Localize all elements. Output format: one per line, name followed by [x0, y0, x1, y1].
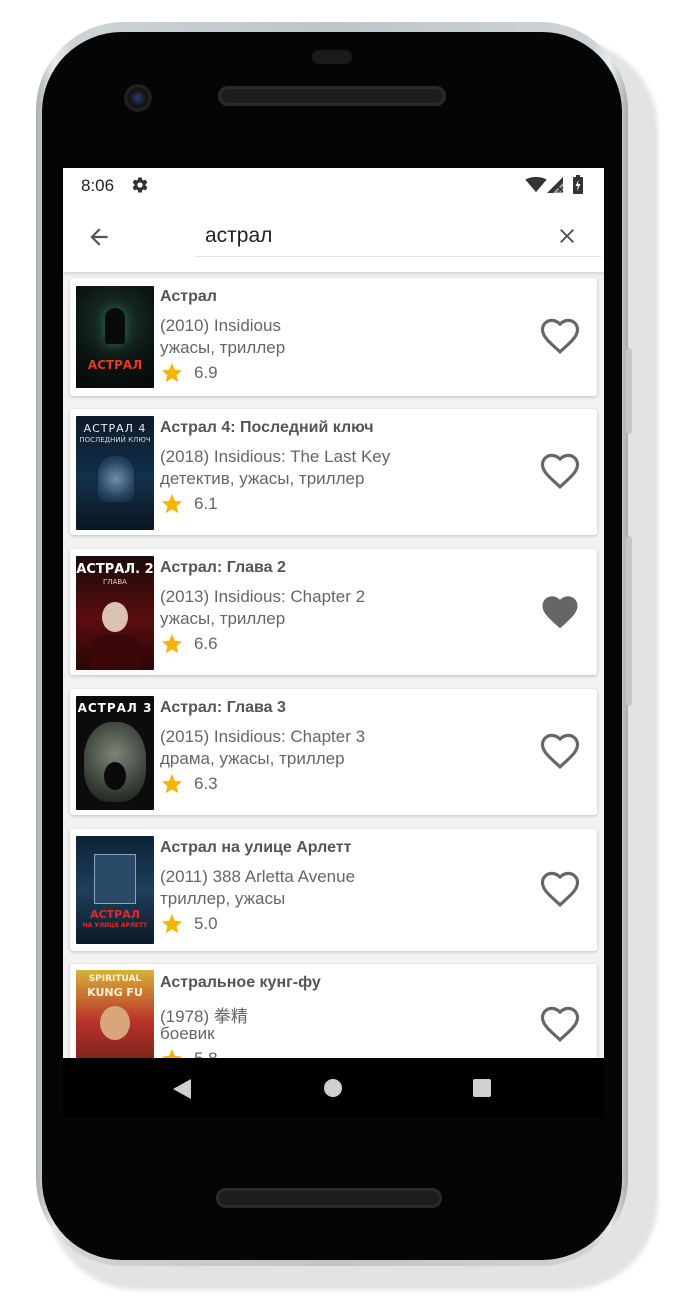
poster-title: АСТРАЛ. 2 [76, 562, 154, 577]
rating-value: 6.3 [194, 774, 218, 793]
favorite-heart-filled-icon[interactable] [539, 591, 581, 633]
movie-year-original: (2015) Insidious: Chapter 3 [160, 727, 366, 746]
poster-subtitle: НА УЛИЦЕ АРЛЕТТ [82, 922, 148, 929]
movie-title: Астрал на улице Арлетт [160, 839, 352, 856]
poster-title: SPIRITUAL [88, 974, 142, 984]
movie-genres: драма, ужасы, триллер [160, 749, 345, 768]
screen: 8:06 АСТРАЛ [63, 168, 604, 1058]
rating-value: 5.0 [194, 914, 218, 933]
movie-year-original: (2013) Insidious: Chapter 2 [160, 587, 366, 606]
status-time: 8:06 [81, 176, 115, 195]
poster-title: АСТРАЛ 3 [77, 701, 153, 715]
favorite-heart-outline-icon[interactable] [539, 869, 581, 911]
cell-signal-icon [547, 177, 564, 193]
settings-gear-icon [132, 177, 148, 193]
movie-genres: ужасы, триллер [160, 338, 286, 357]
movie-card[interactable]: АСТРАЛ НА УЛИЦЕ АРЛЕТТ Астрал на улице А… [70, 829, 597, 951]
movie-rating: 5.0 [160, 912, 218, 936]
movie-poster: АСТРАЛ 3 [76, 696, 154, 810]
star-icon [162, 914, 182, 934]
movie-genres: детектив, ужасы, триллер [160, 469, 365, 488]
movie-rating: 6.9 [160, 361, 218, 385]
star-icon [162, 774, 182, 794]
poster-hand [98, 456, 134, 502]
star-icon [162, 363, 182, 383]
movie-year-original: (2011) 388 Arletta Avenue [160, 867, 356, 886]
movie-card[interactable]: АСТРАЛ 4 ПОСЛЕДНИЙ КЛЮЧ Астрал 4: Послед… [70, 409, 597, 535]
search-input[interactable] [195, 216, 601, 257]
movie-poster: АСТРАЛ. 2 ГЛАВА [76, 556, 154, 670]
favorite-heart-outline-icon[interactable] [539, 316, 581, 358]
front-camera [124, 84, 152, 112]
rating-value: 6.9 [194, 363, 218, 382]
movie-rating: 6.1 [160, 492, 218, 516]
poster-face [102, 602, 128, 632]
nav-home-circle-icon[interactable] [323, 1078, 343, 1098]
poster-subtitle: KUNG FU [87, 986, 143, 999]
movie-rating: 6.6 [160, 632, 218, 656]
volume-button [626, 348, 632, 434]
clear-search-close-icon[interactable] [555, 224, 579, 248]
earpiece [312, 50, 352, 64]
poster-title: АСТРАЛ [90, 908, 140, 921]
nav-recents-square-icon[interactable] [472, 1078, 492, 1098]
star-icon [162, 634, 182, 654]
poster-body [90, 634, 140, 670]
status-bar: 8:06 [63, 168, 604, 202]
favorite-heart-outline-icon[interactable] [539, 451, 581, 493]
poster-subtitle: ПОСЛЕДНИЙ КЛЮЧ [79, 436, 151, 444]
movie-poster: АСТРАЛ НА УЛИЦЕ АРЛЕТТ [76, 836, 154, 944]
wifi-icon [525, 177, 547, 193]
movie-genres: боевик [160, 1024, 215, 1043]
navigation-bar [63, 1058, 604, 1118]
top-speaker [218, 86, 446, 106]
movie-rating: 5.8 [160, 1047, 218, 1058]
favorite-heart-outline-icon[interactable] [539, 1004, 581, 1046]
poster-window [94, 854, 136, 904]
poster-mouth [104, 762, 126, 790]
back-arrow-icon[interactable] [86, 224, 112, 250]
movie-card[interactable]: АСТРАЛ. 2 ГЛАВА Астрал: Глава 2 (2013) I… [70, 549, 597, 675]
movie-title: Астрал: Глава 3 [160, 699, 286, 716]
movie-rating: 6.3 [160, 772, 218, 796]
bottom-speaker [216, 1188, 442, 1208]
power-button [626, 536, 632, 706]
movie-year-original: (2018) Insidious: The Last Key [160, 447, 391, 466]
movie-poster: АСТРАЛ 4 ПОСЛЕДНИЙ КЛЮЧ [76, 416, 154, 530]
movie-card[interactable]: АСТРАЛ 3 Астрал: Глава 3 (2015) Insidiou… [70, 689, 597, 815]
movie-title: Астрал 4: Последний ключ [160, 419, 374, 436]
rating-value: 6.6 [194, 634, 218, 653]
movie-genres: триллер, ужасы [160, 889, 286, 908]
poster-face [100, 1006, 130, 1040]
movie-title: Астрал [160, 288, 217, 305]
movie-year-original: (2010) Insidious [160, 316, 281, 335]
star-icon [162, 494, 182, 514]
poster-title: АСТРАЛ [87, 358, 143, 372]
nav-back-triangle-icon[interactable] [171, 1078, 193, 1100]
battery-charging-icon [573, 175, 583, 194]
movie-genres: ужасы, триллер [160, 609, 286, 628]
movie-card[interactable]: SPIRITUAL KUNG FU Астральное кунг-фу (19… [70, 964, 597, 1058]
poster-figure [105, 308, 125, 344]
movie-card[interactable]: АСТРАЛ Астрал (2010) Insidious ужасы, тр… [70, 278, 597, 396]
poster-subtitle: ГЛАВА [103, 578, 127, 586]
movie-title: Астрал: Глава 2 [160, 559, 286, 576]
poster-title: АСТРАЛ 4 [83, 422, 147, 435]
rating-value: 6.1 [194, 494, 218, 513]
movie-poster: SPIRITUAL KUNG FU [76, 970, 154, 1058]
rating-value: 5.8 [194, 1049, 218, 1058]
movie-title: Астральное кунг-фу [160, 974, 321, 991]
search-bar [63, 202, 604, 272]
star-icon [162, 1049, 182, 1058]
movie-poster: АСТРАЛ [76, 286, 154, 388]
favorite-heart-outline-icon[interactable] [539, 731, 581, 773]
